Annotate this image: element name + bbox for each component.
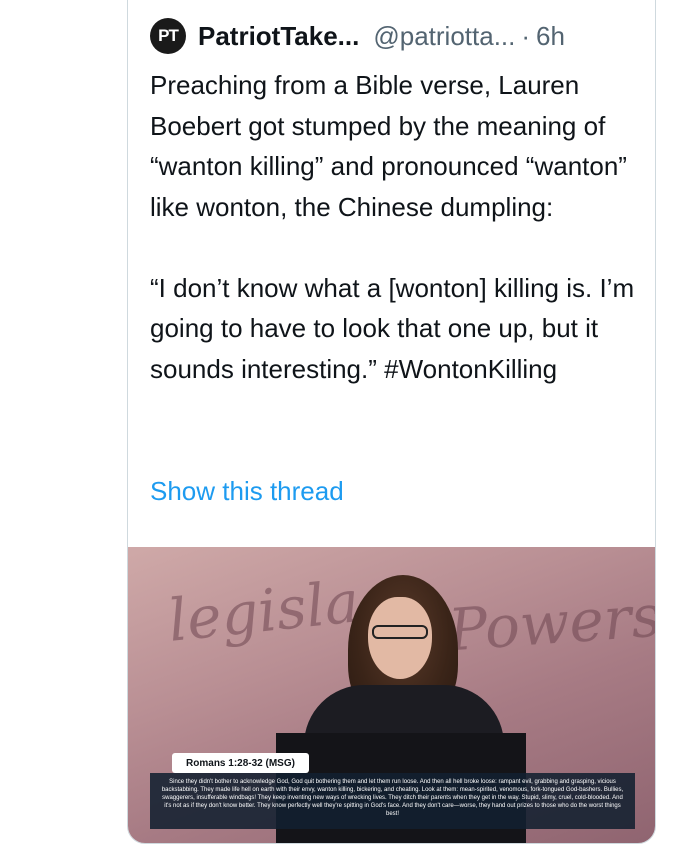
speaker-glasses [372, 625, 428, 639]
tweet-card[interactable]: PT PatriotTake... @patriotta... · 6h Pre… [127, 0, 656, 844]
tweet-paragraph-2: “I don’t know what a [wonton] killing is… [150, 272, 635, 384]
verse-reference-label: Romans 1:28-32 (MSG) [172, 753, 309, 773]
timestamp[interactable]: 6h [536, 21, 565, 52]
tweet-text: Preaching from a Bible verse, Lauren Boe… [150, 65, 640, 389]
separator-dot: · [521, 20, 531, 51]
tweet-header: PT PatriotTake... @patriotta... · 6h [150, 18, 565, 54]
background-script-text-2: Powers h [445, 578, 656, 665]
tweet-paragraph-1: Preaching from a Bible verse, Lauren Boe… [150, 70, 627, 222]
display-name[interactable]: PatriotTake... [198, 21, 359, 52]
background-script-text-1: legisla [164, 567, 363, 655]
tweet-media-image[interactable]: legisla Powers h Romans 1:28-32 (MSG) Si… [128, 547, 656, 843]
avatar[interactable]: PT [150, 18, 186, 54]
show-thread-link[interactable]: Show this thread [150, 476, 344, 507]
user-handle[interactable]: @patriotta... [373, 21, 515, 52]
verse-caption: Since they didn't bother to acknowledge … [150, 773, 635, 829]
